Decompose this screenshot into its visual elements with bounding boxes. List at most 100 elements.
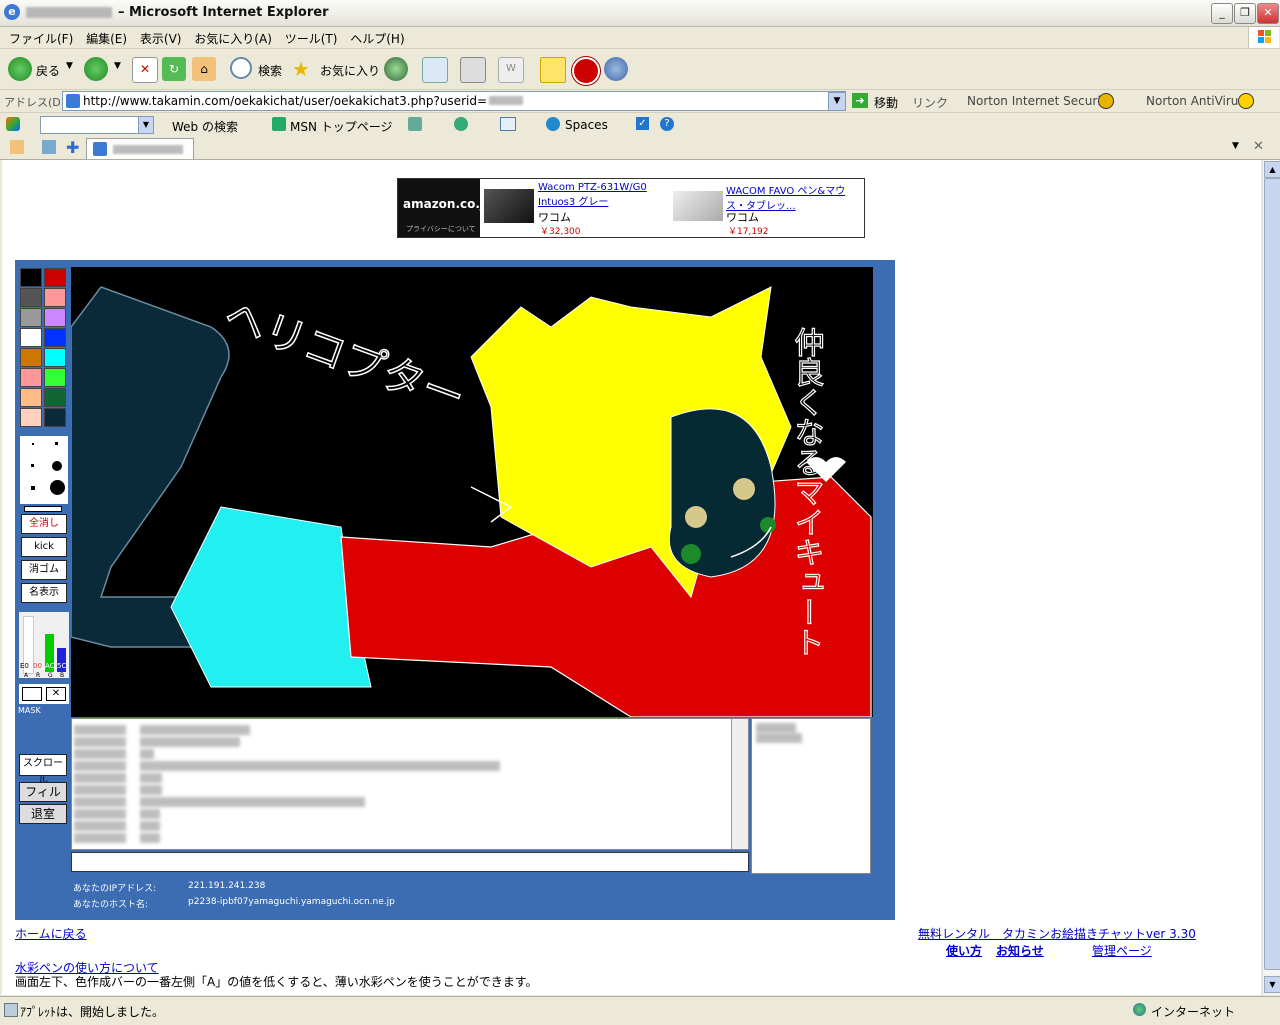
- edit-word-icon[interactable]: W: [498, 57, 524, 83]
- usage-link[interactable]: 使い方: [946, 942, 982, 959]
- favorites-star-icon[interactable]: ★: [292, 57, 310, 81]
- palette-swatch[interactable]: [44, 308, 66, 327]
- menu-favorites[interactable]: お気に入り(A): [194, 30, 272, 47]
- palette-swatch[interactable]: [44, 288, 66, 307]
- palette-swatch[interactable]: [20, 408, 42, 427]
- pen-size-6[interactable]: [50, 480, 65, 495]
- close-tab-icon[interactable]: ✕: [1253, 139, 1264, 154]
- back-arrow-icon[interactable]: [8, 57, 32, 81]
- ad-item2-title[interactable]: WACOM FAVO ペン&マウス・タブレッ...: [726, 182, 856, 212]
- msn-butterfly-icon[interactable]: [6, 117, 20, 131]
- palette-swatch[interactable]: [44, 268, 66, 287]
- free-rental-link[interactable]: 無料レンタル タカミンお絵描きチャットver 3.30: [918, 925, 1196, 942]
- color-maker-bar[interactable]: E0 00 AC 5C A R G B: [19, 612, 69, 679]
- refresh-icon[interactable]: ↻: [162, 57, 186, 81]
- msn-top-page-link[interactable]: MSN トップページ: [290, 118, 393, 135]
- menu-view[interactable]: 表示(V): [140, 30, 182, 47]
- palette-swatch[interactable]: [20, 328, 42, 347]
- palette-swatch[interactable]: [20, 368, 42, 387]
- norton-antivirus-label[interactable]: Norton AntiVirus: [1146, 94, 1245, 108]
- norton-globe-icon[interactable]: [1098, 93, 1114, 109]
- pen-size-3[interactable]: [31, 464, 34, 467]
- minimize-button[interactable]: _: [1211, 3, 1233, 24]
- messenger-icon[interactable]: [454, 117, 468, 131]
- note-icon[interactable]: [540, 57, 566, 83]
- palette-swatch[interactable]: [44, 408, 66, 427]
- palette-swatch[interactable]: [44, 368, 66, 387]
- help-icon[interactable]: ?: [660, 117, 674, 131]
- palette-swatch[interactable]: [20, 268, 42, 287]
- scroll-up-icon[interactable]: ▲: [1264, 161, 1280, 178]
- spaces-link[interactable]: Spaces: [565, 118, 608, 132]
- norton-antivirus-icon[interactable]: [1238, 93, 1254, 109]
- close-window-button[interactable]: ✕: [1257, 3, 1279, 24]
- eraser-button[interactable]: 消ゴム: [21, 560, 67, 580]
- amazon-ad-banner[interactable]: amazon.co.jp プライバシーについて Wacom PTZ-631W/G…: [397, 178, 865, 238]
- palette-swatch[interactable]: [44, 328, 66, 347]
- mask-selector[interactable]: ✕: [19, 684, 69, 704]
- leave-room-button[interactable]: 退室: [19, 804, 67, 824]
- url-input[interactable]: http://www.takamin.com/oekakichat/user/o…: [62, 91, 846, 111]
- tab-list-dropdown-icon[interactable]: ▼: [1232, 141, 1239, 151]
- pen-size-selector[interactable]: [20, 436, 68, 504]
- scroll-down-icon[interactable]: ▼: [1264, 976, 1280, 993]
- palette-swatch[interactable]: [20, 388, 42, 407]
- hotmail-icon[interactable]: [500, 117, 516, 131]
- chat-log-scrollbar[interactable]: [731, 719, 748, 849]
- msn-search-dropdown-icon[interactable]: ▼: [138, 116, 154, 134]
- drawing-canvas[interactable]: ヘリコプター 仲良くなるマイキュート: [71, 267, 873, 717]
- back-button-label[interactable]: 戻る: [36, 62, 60, 79]
- amazon-logo[interactable]: amazon.co.jp プライバシーについて: [398, 179, 493, 237]
- search-icon[interactable]: [230, 57, 252, 79]
- favorites-center-icon[interactable]: [10, 140, 24, 154]
- name-display-button[interactable]: 名表示: [21, 583, 67, 603]
- palette-swatch[interactable]: [20, 308, 42, 327]
- pen-size-2[interactable]: [55, 442, 58, 445]
- user-list[interactable]: [751, 718, 871, 874]
- notice-link[interactable]: お知らせ: [996, 942, 1044, 959]
- msn-search-input[interactable]: [40, 116, 140, 134]
- tablet-product-image[interactable]: [484, 189, 534, 223]
- favo-product-image[interactable]: [673, 191, 723, 221]
- history-icon[interactable]: [384, 57, 408, 81]
- menu-edit[interactable]: 編集(E): [86, 30, 127, 47]
- palette-swatch[interactable]: [44, 348, 66, 367]
- menu-file[interactable]: ファイル(F): [9, 30, 73, 47]
- add-favorites-icon[interactable]: [42, 140, 56, 154]
- links-label[interactable]: リンク: [912, 94, 948, 111]
- chat-log[interactable]: [71, 718, 749, 850]
- clear-all-button[interactable]: 全消し: [21, 514, 67, 534]
- menu-help[interactable]: ヘルプ(H): [350, 30, 404, 47]
- go-button-label[interactable]: 移動: [874, 94, 898, 111]
- spaces-icon[interactable]: [546, 117, 560, 131]
- stop-icon[interactable]: ✕: [132, 57, 158, 83]
- palette-swatch[interactable]: [20, 288, 42, 307]
- contacts-icon[interactable]: [604, 57, 628, 81]
- url-dropdown-icon[interactable]: ▼: [828, 92, 846, 111]
- mail-icon[interactable]: [422, 57, 448, 83]
- messenger-red-icon[interactable]: [572, 57, 600, 85]
- pen-size-4[interactable]: [52, 461, 62, 471]
- back-dropdown-icon[interactable]: ▼: [66, 61, 73, 71]
- tab-current[interactable]: [86, 138, 194, 159]
- home-icon[interactable]: ⌂: [192, 57, 216, 81]
- search-button-label[interactable]: 検索: [258, 62, 282, 79]
- new-tab-icon[interactable]: ✚: [66, 138, 79, 157]
- kick-button[interactable]: kick: [21, 537, 67, 557]
- admin-page-link[interactable]: 管理ページ: [1092, 942, 1152, 959]
- forward-dropdown-icon[interactable]: ▼: [114, 61, 121, 71]
- filter-button[interactable]: フィルタ: [19, 782, 67, 817]
- web-search-button[interactable]: Web の検索: [172, 118, 238, 135]
- ad-item1-title[interactable]: Wacom PTZ-631W/G0 Intuos3 グレー: [538, 182, 653, 208]
- home-link[interactable]: ホームに戻る: [15, 925, 87, 942]
- ad-privacy-link[interactable]: プライバシーについて: [406, 224, 476, 234]
- mask-on-icon[interactable]: ✕: [46, 687, 66, 701]
- print-icon[interactable]: [460, 57, 486, 83]
- forward-arrow-icon[interactable]: [84, 57, 108, 81]
- pen-size-1[interactable]: [32, 443, 34, 445]
- palette-swatch[interactable]: [20, 348, 42, 367]
- maximize-button[interactable]: ❐: [1234, 3, 1256, 24]
- favorites-button-label[interactable]: お気に入り: [320, 62, 380, 79]
- norton-security-label[interactable]: Norton Internet Security: [967, 94, 1112, 108]
- menu-tools[interactable]: ツール(T): [285, 30, 338, 47]
